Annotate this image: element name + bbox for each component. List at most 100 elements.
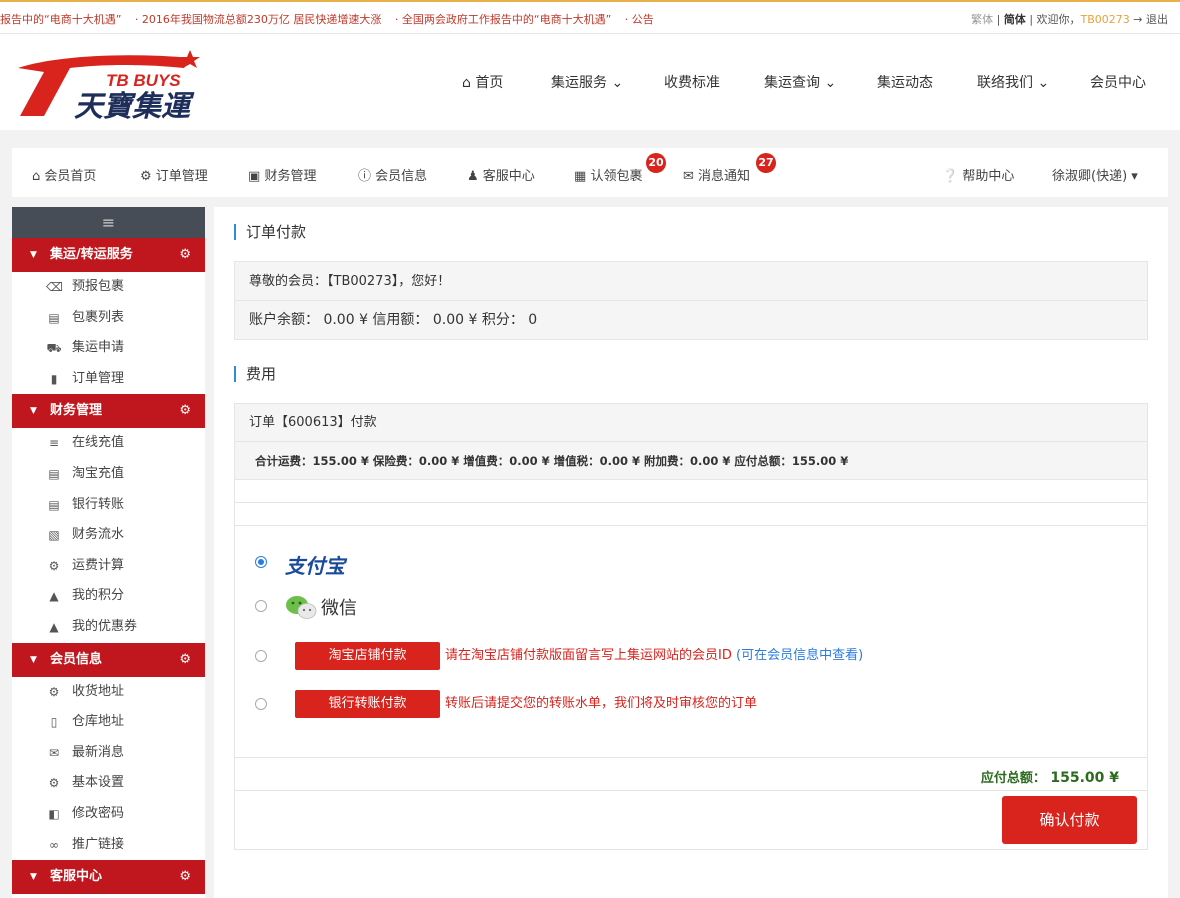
- member-nav-home[interactable]: ⌂ 会员首页: [32, 165, 96, 184]
- sidebar-item-warehouse-address[interactable]: ▯ 仓库地址: [12, 707, 205, 738]
- lang-traditional-link[interactable]: 繁体: [971, 13, 993, 26]
- site-header: TB BUYS 天寶集運 ⌂ 首页 集运服务 ⌄ 收费标准 集运查询 ⌄ 集运动…: [0, 34, 1180, 130]
- spacer-row: [235, 480, 1147, 503]
- account-balance: 账户余额： 0.00 ¥ 信用额： 0.00 ¥ 积分： 0: [235, 301, 1147, 339]
- news-ticker: 报告中的“电商十大机遇” · 2016年我国物流总额230万亿 居民快递增速大涨…: [0, 11, 664, 27]
- ticker-item[interactable]: · 全国两会政府工作报告中的“电商十大机遇”: [395, 13, 611, 26]
- credit-card-icon: ▤: [48, 466, 60, 481]
- sidebar-item-change-password[interactable]: ◧ 修改密码: [12, 799, 205, 830]
- confirm-payment-button[interactable]: 确认付款: [1002, 796, 1137, 844]
- sidebar-item-shipping-address[interactable]: ⚙ 收货地址: [12, 677, 205, 708]
- order-line: 订单【600613】付款: [235, 404, 1147, 442]
- sidebar-section-member-info[interactable]: ▼ 会员信息 ⚙: [12, 642, 205, 677]
- member-nav-service[interactable]: ♟ 客服中心: [467, 165, 535, 184]
- user-id-link[interactable]: TB00273: [1081, 13, 1130, 26]
- logout-icon: →: [1133, 13, 1143, 26]
- gear-icon: ⚙: [140, 169, 152, 184]
- ticker-item[interactable]: · 2016年我国物流总额230万亿 居民快递增速大涨: [135, 13, 381, 26]
- caret-down-icon: ▼: [30, 250, 37, 260]
- nav-member-center[interactable]: 会员中心: [1090, 72, 1146, 92]
- member-nav-orders[interactable]: ⚙ 订单管理: [140, 165, 208, 184]
- ticker-item[interactable]: 报告中的“电商十大机遇”: [0, 13, 121, 26]
- truck-icon: ⛟: [46, 341, 62, 356]
- gear-icon: ⚙: [179, 403, 191, 419]
- ticker-item[interactable]: · 公告: [625, 13, 654, 26]
- member-greeting: 尊敬的会员：【TB00273】，您好！: [235, 262, 1147, 301]
- sidebar-item-order-management[interactable]: ▮ 订单管理: [12, 364, 205, 395]
- credit-card-icon: ▤: [48, 497, 60, 512]
- member-nav-claim[interactable]: ▦ 认领包裹 20: [574, 153, 666, 184]
- chevron-down-icon: ⌄: [611, 75, 624, 91]
- link-icon: ∞: [49, 837, 59, 852]
- envelope-icon: ✉: [48, 745, 60, 760]
- nav-contact[interactable]: 联络我们 ⌄: [977, 72, 1049, 92]
- user-icon: ♟: [467, 169, 479, 184]
- sidebar-item-referral-link[interactable]: ∞ 推广链接: [12, 830, 205, 861]
- book-icon: ▮: [50, 371, 58, 386]
- caret-down-icon: ▼: [30, 406, 37, 417]
- gear-icon: ⚙: [179, 247, 191, 262]
- member-nav-info[interactable]: ⓘ 会员信息: [358, 165, 427, 184]
- logout-link[interactable]: 退出: [1146, 13, 1168, 26]
- sidebar-item-latest-messages[interactable]: ✉ 最新消息: [12, 738, 205, 769]
- member-nav-messages[interactable]: ✉ 消息通知 27: [683, 153, 776, 184]
- total-amount: 应付总额： 155.00 ¥: [980, 770, 1119, 786]
- nav-pricing[interactable]: 收费标准: [664, 72, 720, 92]
- money-icon: ▣: [248, 169, 261, 184]
- fees-breakdown: 合计运费：155.00 ¥ 保险费：0.00 ¥ 增值费：0.00 ¥ 增值税：…: [235, 442, 1147, 480]
- member-nav-user-menu[interactable]: 徐淑卿(快递) ▾: [1052, 165, 1138, 184]
- nav-query[interactable]: 集运查询 ⌄: [764, 72, 836, 92]
- welcome-text: 欢迎你，: [1036, 13, 1081, 26]
- bar-chart-icon: ▧: [48, 528, 60, 543]
- top-announcement-bar: 报告中的“电商十大机遇” · 2016年我国物流总额230万亿 居民快递增速大涨…: [0, 0, 1180, 34]
- alipay-logo: 支付宝: [285, 554, 345, 578]
- logo-en-text: TB BUYS: [106, 71, 181, 90]
- caret-down-icon: ▾: [1131, 169, 1138, 184]
- payment-option-taobao[interactable]: 淘宝店铺付款 请在淘宝店铺付款版面留言写上集运网站的会员ID (可在会员信息中查…: [255, 642, 1135, 670]
- sidebar-item-basic-settings[interactable]: ⚙ 基本设置: [12, 768, 205, 799]
- nav-service[interactable]: 集运服务 ⌄: [551, 72, 623, 92]
- home-icon: ⌂: [32, 169, 41, 184]
- archive-icon: ▦: [574, 169, 587, 184]
- alipay-radio[interactable]: [255, 556, 267, 568]
- top-user-links: 繁体 | 简体 | 欢迎你，TB00273 → 退出: [971, 13, 1168, 26]
- order-payment-title: 订单付款: [234, 224, 306, 240]
- sidebar-item-my-points[interactable]: ▲ 我的积分: [12, 581, 205, 612]
- sidebar-item-shipping-calculator[interactable]: ⚙ 运费计算: [12, 551, 205, 582]
- sidebar-item-bank-transfer[interactable]: ▤ 银行转账: [12, 490, 205, 521]
- taobao-radio[interactable]: [255, 650, 267, 662]
- nav-home[interactable]: ⌂ 首页: [462, 72, 503, 92]
- main-content: 订单付款 尊敬的会员：【TB00273】，您好！ 账户余额： 0.00 ¥ 信用…: [214, 207, 1168, 898]
- member-nav-help[interactable]: ❔ 帮助中心: [942, 165, 1014, 184]
- member-nav-finance[interactable]: ▣ 财务管理: [248, 165, 316, 184]
- sidebar-section-finance[interactable]: ▼ 财务管理 ⚙: [12, 394, 205, 429]
- sidebar-item-online-recharge[interactable]: ≡ 在线充值: [12, 428, 205, 459]
- logo-cn-text: 天寶集運: [74, 89, 195, 122]
- taobao-hint: 请在淘宝店铺付款版面留言写上集运网站的会员ID (可在会员信息中查看): [445, 648, 864, 663]
- member-info-link[interactable]: (可在会员信息中查看): [736, 648, 863, 663]
- payment-option-bank[interactable]: 银行转账付款 转账后请提交您的转账水单，我们将及时审核您的订单: [255, 690, 1135, 718]
- sidebar-item-taobao-recharge[interactable]: ▤ 淘宝充值: [12, 459, 205, 490]
- taobao-store-pay-button[interactable]: 淘宝店铺付款: [295, 642, 440, 670]
- member-nav: ⌂ 会员首页 ⚙ 订单管理 ▣ 财务管理 ⓘ 会员信息 ♟ 客服中心 ▦ 认领包…: [12, 148, 1168, 197]
- sidebar-item-my-coupons[interactable]: ▲ 我的优惠券: [12, 612, 205, 643]
- sidebar-toggle[interactable]: ≡: [12, 207, 205, 238]
- sidebar-item-finance-flow[interactable]: ▧ 财务流水: [12, 520, 205, 551]
- copy-icon: ◧: [48, 806, 60, 821]
- list-icon: ≡: [48, 436, 60, 451]
- sidebar-item-consolidation-request[interactable]: ⛟ 集运申请: [12, 333, 205, 364]
- spacer-row: [235, 503, 1147, 526]
- fees-title: 费用: [234, 366, 276, 382]
- bank-radio[interactable]: [255, 698, 267, 710]
- sidebar-section-shipping[interactable]: ▼ 集运/转运服务 ⚙: [12, 238, 205, 272]
- sidebar-item-package-list[interactable]: ▤ 包裹列表: [12, 303, 205, 334]
- bank-transfer-pay-button[interactable]: 银行转账付款: [295, 690, 440, 718]
- sidebar-section-customer-service[interactable]: ▼ 客服中心 ⚙: [12, 860, 205, 895]
- nav-news[interactable]: 集运动态: [877, 72, 933, 92]
- sidebar-item-forecast-package[interactable]: ⌫ 预报包裹: [12, 272, 205, 303]
- lang-simplified-link[interactable]: 简体: [1004, 13, 1026, 26]
- building-icon: ▯: [50, 715, 58, 730]
- wechat-radio[interactable]: [255, 600, 267, 612]
- bank-hint: 转账后请提交您的转账水单，我们将及时审核您的订单: [445, 696, 758, 711]
- site-logo[interactable]: TB BUYS 天寶集運: [14, 46, 214, 123]
